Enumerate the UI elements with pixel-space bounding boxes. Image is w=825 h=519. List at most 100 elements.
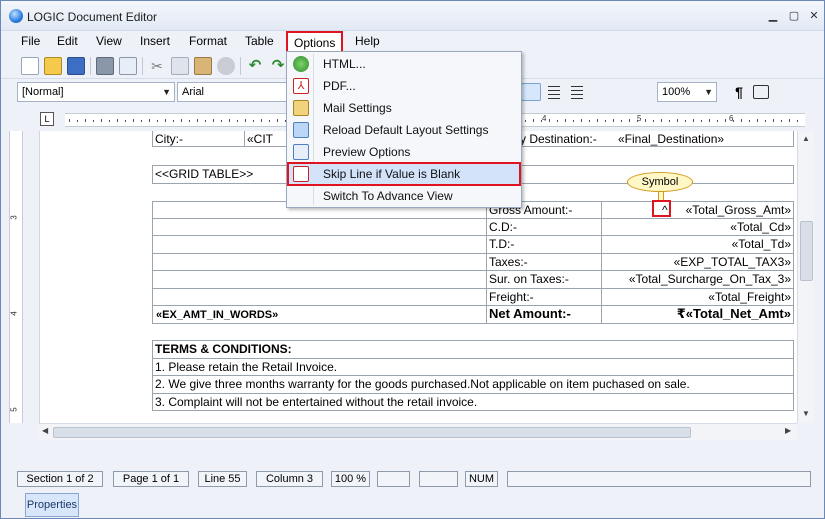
font-select-value: Arial: [182, 86, 205, 98]
table-border: [486, 201, 487, 324]
page-layout-icon[interactable]: [753, 85, 769, 99]
ruler-tick: [237, 120, 238, 122]
status-bar: Section 1 of 2 Page 1 of 1 Line 55 Colum…: [1, 467, 824, 491]
menu-item-label: Skip Line if Value is Blank: [323, 167, 461, 181]
editor-window: LOGIC Document Editor ▁ ▢ ✕ File Edit Vi…: [0, 0, 825, 519]
scroll-left-icon[interactable]: ◀: [42, 426, 48, 435]
ruler-tick: [709, 119, 710, 122]
menu-file[interactable]: File: [15, 31, 46, 53]
preview-icon: [293, 144, 309, 160]
ruler-tick: [269, 120, 270, 122]
destination-field: «Final_Destination»: [618, 132, 725, 146]
ruler-tick: [717, 120, 718, 122]
zoom-select-value: 100%: [662, 86, 691, 98]
scroll-up-icon[interactable]: ▲: [802, 134, 810, 143]
ruler-tick: [525, 120, 526, 122]
menu-item-mail-settings[interactable]: Mail Settings: [288, 97, 520, 119]
status-page: Page 1 of 1: [113, 471, 189, 487]
scroll-down-icon[interactable]: ▼: [802, 409, 810, 418]
net-amount-label: Net Amount:-: [489, 306, 571, 321]
ruler-tick: [181, 119, 182, 122]
menu-item-label: Switch To Advance View: [323, 189, 453, 203]
horizontal-scrollbar[interactable]: ◀ ▶: [39, 423, 797, 440]
scroll-right-icon[interactable]: ▶: [785, 426, 791, 435]
ruler-tick: [621, 120, 622, 122]
ruler-tick: [573, 120, 574, 122]
undo-icon[interactable]: ↶: [246, 57, 264, 75]
menu-table[interactable]: Table: [239, 31, 280, 53]
ruler-tick: [781, 120, 782, 122]
city-label: City:-: [155, 132, 183, 146]
tab-stop-selector[interactable]: L: [40, 112, 54, 126]
minimize-icon[interactable]: ▁: [766, 10, 780, 22]
ruler-tick: [197, 119, 198, 122]
font-select[interactable]: Arial: [177, 82, 287, 102]
menu-item-html[interactable]: HTML...: [288, 53, 520, 75]
ruler-tick: [565, 119, 566, 122]
menu-item-pdf[interactable]: ⅄ PDF...: [288, 75, 520, 97]
zoom-select[interactable]: 100% ▼: [657, 82, 717, 102]
menu-view[interactable]: View: [90, 31, 128, 53]
delete-icon[interactable]: [217, 57, 235, 75]
ruler-tick: [109, 120, 110, 122]
ruler-tick: [533, 119, 534, 122]
maximize-icon[interactable]: ▢: [787, 10, 801, 22]
print-icon[interactable]: [96, 57, 114, 75]
menu-edit[interactable]: Edit: [51, 31, 84, 53]
menu-item-reload-layout[interactable]: Reload Default Layout Settings: [288, 119, 520, 141]
bullet-list-icon[interactable]: [601, 83, 621, 101]
new-document-icon[interactable]: [21, 57, 39, 75]
menu-item-preview-options[interactable]: Preview Options: [288, 141, 520, 163]
cut-icon[interactable]: ✂: [148, 57, 166, 75]
ruler-tick: [93, 120, 94, 122]
vertical-scroll-thumb[interactable]: [800, 221, 813, 281]
ruler-tick: [157, 120, 158, 122]
ruler-tick: [749, 120, 750, 122]
ruler-tick: [133, 119, 134, 122]
ruler-tick: [141, 120, 142, 122]
freight-label: Freight:-: [489, 290, 534, 304]
redo-icon[interactable]: ↷: [269, 57, 287, 75]
ruler-tick: [85, 119, 86, 122]
menu-help[interactable]: Help: [349, 31, 386, 53]
menu-item-skip-line-blank[interactable]: Skip Line if Value is Blank: [287, 162, 521, 186]
save-icon[interactable]: [67, 57, 85, 75]
ruler-tick: [789, 119, 790, 122]
properties-tab[interactable]: Properties: [25, 493, 79, 517]
open-folder-icon[interactable]: [44, 57, 62, 75]
status-section: Section 1 of 2: [17, 471, 103, 487]
menu-item-advance-view[interactable]: Switch To Advance View: [288, 185, 520, 207]
print-preview-icon[interactable]: [119, 57, 137, 75]
ruler-tick: [637, 120, 638, 122]
ruler-tick: [253, 120, 254, 122]
table-border: [601, 201, 602, 324]
ruler-tick: [773, 119, 774, 122]
ruler-tick: [213, 119, 214, 122]
ruler-tick: [693, 119, 694, 122]
menu-format[interactable]: Format: [183, 31, 233, 53]
cd-field: «Total_Cd»: [730, 220, 791, 234]
ruler-tick: [581, 119, 582, 122]
paste-icon[interactable]: [194, 57, 212, 75]
menu-insert[interactable]: Insert: [134, 31, 176, 53]
ruler-tick: [557, 120, 558, 122]
justify-icon[interactable]: [567, 83, 587, 101]
horizontal-scroll-thumb[interactable]: [53, 427, 691, 438]
window-title: LOGIC Document Editor: [27, 10, 158, 24]
align-right-icon[interactable]: [521, 83, 541, 101]
copy-icon[interactable]: [171, 57, 189, 75]
table-border: [152, 201, 153, 324]
menu-options[interactable]: Options: [286, 31, 344, 53]
vertical-scrollbar[interactable]: ▲ ▼: [797, 131, 814, 423]
align-center-icon[interactable]: [544, 83, 564, 101]
grid-table-placeholder: <<GRID TABLE>>: [155, 167, 254, 181]
ruler-tick: [725, 119, 726, 122]
numbered-list-icon[interactable]: [626, 83, 646, 101]
html-globe-icon: [293, 56, 309, 72]
pilcrow-icon[interactable]: ¶: [729, 83, 749, 101]
close-icon[interactable]: ✕: [807, 10, 821, 22]
style-select[interactable]: [Normal] ▼: [17, 82, 175, 102]
ruler-tick: [677, 119, 678, 122]
style-select-value: [Normal]: [22, 86, 64, 98]
menu-item-label: Mail Settings: [323, 101, 392, 115]
